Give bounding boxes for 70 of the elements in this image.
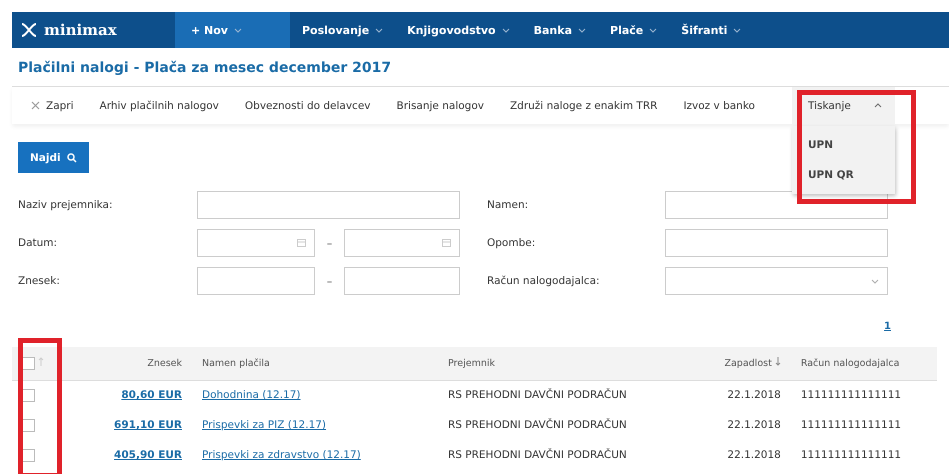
select-all-checkbox[interactable] bbox=[22, 356, 35, 370]
page-link[interactable]: 1 bbox=[884, 321, 891, 341]
range-dash: – bbox=[326, 274, 334, 288]
toolbar-button[interactable]: Arhiv plačilnih nalogov bbox=[86, 87, 232, 124]
nav-menu-item[interactable]: Knjigovodstvo bbox=[395, 12, 522, 48]
column-header[interactable]: Namen plačila bbox=[192, 347, 438, 380]
field-label: Namen: bbox=[487, 199, 530, 211]
table-link[interactable]: 80,60 EUR bbox=[121, 389, 182, 402]
table-link[interactable]: Prispevki za zdravstvo (12.17) bbox=[202, 449, 361, 461]
select-field[interactable] bbox=[665, 267, 888, 295]
field-label: Račun nalogodajalca: bbox=[487, 275, 601, 287]
row-checkbox[interactable] bbox=[22, 418, 35, 432]
table-link[interactable]: Prispevki za PIZ (12.17) bbox=[202, 419, 326, 431]
menu-item[interactable]: UPN QR bbox=[792, 160, 895, 190]
range-dash: – bbox=[326, 236, 334, 250]
chevron-icon bbox=[502, 28, 510, 32]
table-link[interactable]: 405,90 EUR bbox=[114, 449, 182, 461]
page-title: Plačilni nalogi - Plača za mesec december 2017 bbox=[17, 59, 392, 78]
toolbar-button[interactable]: Brisanje nalogov bbox=[384, 87, 497, 124]
toolbar-button[interactable]: Izvoz v banko bbox=[670, 87, 768, 124]
chevron-icon bbox=[649, 28, 658, 32]
search-button[interactable]: Najdi bbox=[18, 142, 89, 173]
field-label: Naziv prejemnika: bbox=[18, 199, 114, 211]
sort-icon[interactable] bbox=[38, 356, 44, 366]
nav-menu-item[interactable]: Šifranti bbox=[669, 12, 754, 48]
column-header[interactable]: Znesek bbox=[62, 347, 192, 380]
column-header[interactable]: Prejemnik bbox=[438, 347, 698, 380]
toolbar-button[interactable]: Združi naloge z enakim TRR bbox=[496, 87, 670, 124]
toolbar-button[interactable]: Obveznosti do delavcev bbox=[232, 87, 384, 124]
field-label: Datum: bbox=[18, 237, 58, 249]
close-icon bbox=[31, 101, 40, 110]
chevron-icon bbox=[733, 28, 742, 32]
table-cell: RS PREHODNI DAVČNI PODRAČUN bbox=[448, 419, 627, 431]
close-button[interactable]: Zapri bbox=[18, 87, 87, 124]
chevron-icon bbox=[375, 28, 384, 32]
chevron-icon bbox=[578, 28, 586, 32]
table-cell: 22.1.2018 bbox=[727, 449, 781, 461]
calendar-icon bbox=[442, 239, 451, 247]
search-icon bbox=[66, 152, 77, 162]
table-cell: RS PREHODNI DAVČNI PODRAČUN bbox=[448, 449, 627, 461]
logo[interactable]: minimax bbox=[12, 12, 175, 48]
table-link[interactable]: 691,10 EUR bbox=[114, 419, 182, 431]
table-cell: RS PREHODNI DAVČNI PODRAČUN bbox=[448, 389, 627, 402]
input-field[interactable] bbox=[197, 267, 315, 295]
input-field[interactable] bbox=[665, 229, 888, 257]
table-link[interactable]: Dohodnina (12.17) bbox=[202, 389, 301, 402]
input-field[interactable] bbox=[344, 267, 460, 295]
nav-menu-item[interactable]: Banka bbox=[522, 12, 598, 48]
dropdown-icon bbox=[871, 278, 879, 284]
input-field[interactable] bbox=[197, 191, 460, 219]
table-cell: 22.1.2018 bbox=[727, 389, 781, 402]
table-cell: 111111111111111 bbox=[800, 419, 902, 431]
date-field[interactable] bbox=[344, 229, 460, 257]
menu-item[interactable]: UPN bbox=[792, 130, 895, 160]
calendar-icon bbox=[297, 239, 306, 247]
column-header[interactable]: Račun nalogodajalca bbox=[790, 347, 937, 380]
date-field[interactable] bbox=[197, 229, 315, 257]
row-checkbox[interactable] bbox=[22, 448, 35, 462]
field-label: Opombe: bbox=[487, 237, 536, 249]
nav-menu-item[interactable]: Plače bbox=[598, 12, 670, 48]
chevron-icon bbox=[234, 28, 242, 32]
table-cell: 22.1.2018 bbox=[727, 419, 781, 431]
table-cell: 111111111111111 bbox=[800, 389, 902, 402]
chevron-icon bbox=[874, 103, 882, 108]
row-checkbox[interactable] bbox=[22, 388, 35, 402]
field-label: Znesek: bbox=[18, 275, 61, 287]
table-cell: 111111111111111 bbox=[800, 449, 902, 461]
nav-menu-item[interactable]: Poslovanje bbox=[290, 12, 396, 48]
column-header[interactable]: Zapadlost bbox=[698, 347, 791, 380]
logo-icon bbox=[20, 22, 38, 38]
